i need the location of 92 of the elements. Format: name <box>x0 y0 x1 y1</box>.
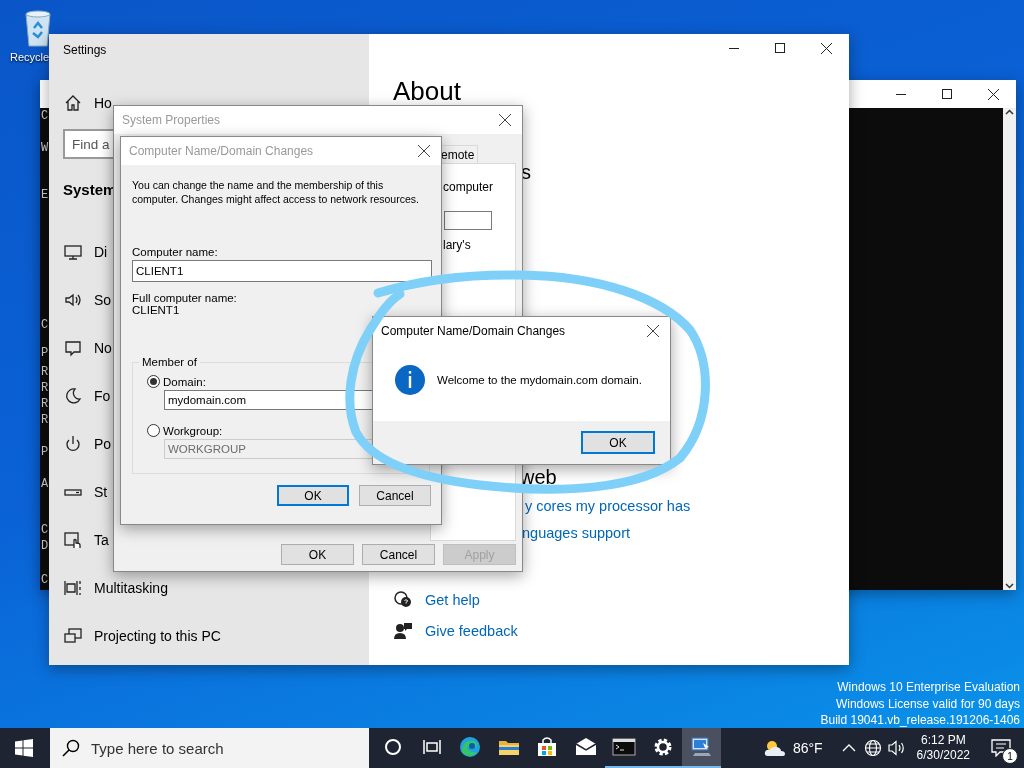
dialog-button[interactable]: Cancel <box>362 544 435 565</box>
watermark-text: Windows 10 Enterprise Evaluation <box>837 679 1020 696</box>
close-icon[interactable] <box>499 114 511 126</box>
page-heading: About <box>393 78 461 104</box>
console-text: E <box>41 187 49 203</box>
tab[interactable]: emote <box>440 145 478 163</box>
search-icon <box>62 739 80 757</box>
nav-item[interactable]: Projecting to this PC <box>94 628 221 644</box>
close-icon[interactable] <box>820 42 832 54</box>
group-label: Member of <box>139 356 200 368</box>
power-icon[interactable] <box>63 434 83 454</box>
scroll-down-icon[interactable] <box>1005 581 1014 590</box>
message-text: Welcome to the mydomain.com domain. <box>437 374 642 386</box>
full-name-text: CLIENT1 <box>132 304 180 316</box>
console-text: R <box>41 364 49 380</box>
notifications-icon[interactable] <box>63 338 83 358</box>
radio-label[interactable]: Domain: <box>163 375 206 388</box>
window-title: System Properties <box>122 113 221 127</box>
nav-item[interactable]: Multitasking <box>94 580 168 596</box>
display-icon[interactable] <box>63 242 83 262</box>
console-text: R <box>41 412 49 428</box>
nav-item[interactable]: Di <box>94 244 108 260</box>
console-text: C <box>41 572 49 588</box>
console-text: R <box>41 396 49 412</box>
panel-text: computer <box>443 180 495 194</box>
help-link[interactable]: Get help <box>425 590 480 610</box>
notifications-button[interactable]: 1 <box>978 728 1024 768</box>
radio-button[interactable] <box>147 375 160 388</box>
feedback-icon <box>393 621 413 641</box>
home-icon[interactable] <box>63 93 83 113</box>
desktop-icon-label[interactable]: Recycle <box>10 51 50 64</box>
scrollbar[interactable] <box>1003 108 1016 590</box>
window-title: Computer Name/Domain Changes <box>129 144 314 158</box>
console-text: W <box>41 140 49 156</box>
maximize-icon[interactable] <box>775 43 785 53</box>
dialog-button[interactable]: OK <box>581 431 655 454</box>
window-title: Computer Name/Domain Changes <box>381 324 566 338</box>
nav-item[interactable]: Fo <box>94 388 111 404</box>
console-text: D <box>41 538 49 554</box>
close-icon[interactable] <box>418 145 430 157</box>
watermark-text: Build 19041.vb_release.191206-1406 <box>820 712 1020 729</box>
nav-item[interactable]: St <box>94 484 108 500</box>
help-link[interactable]: Give feedback <box>425 621 518 641</box>
console-text: P <box>41 444 49 460</box>
temperature-text[interactable]: 86°F <box>792 740 823 756</box>
close-icon[interactable] <box>647 325 659 337</box>
console-text: C <box>41 108 49 124</box>
dialog-button[interactable]: OK <box>281 544 354 565</box>
info-icon <box>395 365 425 395</box>
start-icon <box>15 739 33 757</box>
system-icon <box>689 735 714 759</box>
dialog-button[interactable]: OK <box>277 485 349 506</box>
volume-icon[interactable] <box>887 740 906 756</box>
multitasking-icon[interactable] <box>63 578 83 598</box>
nav-item[interactable]: Po <box>94 436 112 452</box>
dialog-button[interactable]: Cancel <box>359 485 431 506</box>
nav-item[interactable]: So <box>94 292 112 308</box>
radio-label[interactable]: Workgroup: <box>163 424 223 437</box>
network-icon[interactable] <box>863 739 882 757</box>
field-label: Full computer name: <box>132 292 237 304</box>
console-text: P <box>41 345 49 361</box>
panel-text: lary's <box>443 238 472 252</box>
input-field[interactable] <box>444 211 492 230</box>
console-text: A <box>41 476 49 492</box>
console-text: R <box>41 380 49 396</box>
window-title: Settings <box>63 43 107 57</box>
field-label: Computer name: <box>132 246 218 258</box>
projecting-icon[interactable] <box>63 626 83 646</box>
tablet-icon[interactable] <box>63 530 83 550</box>
help-link[interactable]: y cores my processor has <box>525 496 691 516</box>
radio-button[interactable] <box>147 424 160 437</box>
notification-count: 1 <box>1002 748 1018 764</box>
minimize-icon[interactable] <box>896 93 906 95</box>
nav-item[interactable]: Ta <box>94 532 109 548</box>
caret-icon[interactable] <box>841 743 856 753</box>
help-link[interactable]: nguages support <box>522 523 631 543</box>
description-text: You can change the name and the membership of this computer. Changes might affect access to network resources. <box>132 178 420 206</box>
help-icon <box>393 590 413 610</box>
close-icon[interactable] <box>987 88 999 100</box>
taskbar-app-button[interactable] <box>682 728 721 768</box>
focus-icon[interactable] <box>63 386 83 406</box>
console-text: C <box>41 522 49 538</box>
clock[interactable]: 6:12 PM 6/30/2022 <box>908 733 978 763</box>
nav-item[interactable]: Ho <box>94 95 112 111</box>
console-icon <box>612 735 637 759</box>
minimize-icon[interactable] <box>729 47 739 49</box>
watermark-text: Windows License valid for 90 days <box>835 695 1020 712</box>
computer-name-field[interactable]: CLIENT1 <box>132 260 432 282</box>
nav-item[interactable]: No <box>94 340 112 356</box>
console-text: C <box>41 317 49 333</box>
maximize-icon[interactable] <box>942 89 952 99</box>
scroll-up-icon[interactable] <box>1005 108 1014 117</box>
